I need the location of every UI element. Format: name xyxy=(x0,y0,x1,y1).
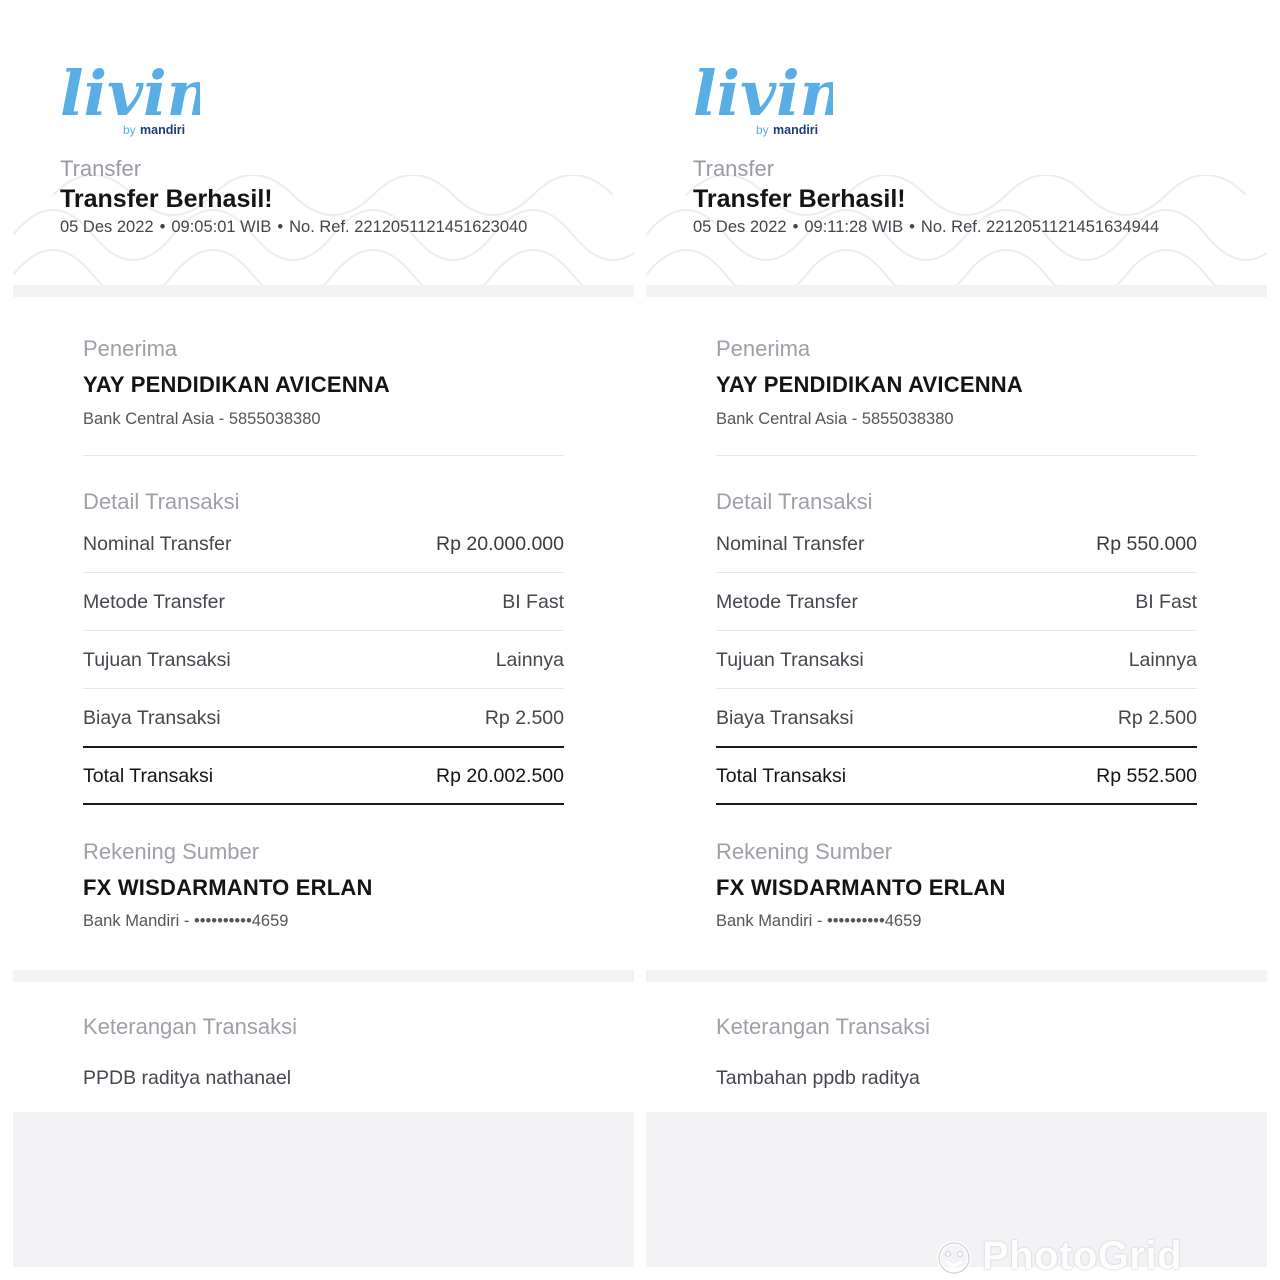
total-label: Total Transaksi xyxy=(716,765,847,787)
footer-area xyxy=(13,1112,634,1267)
meta-separator: • xyxy=(792,218,799,236)
transaction-date: 05 Des 2022 xyxy=(60,218,154,236)
transaction-date: 05 Des 2022 xyxy=(693,218,787,236)
detail-row-method: Metode Transfer BI Fast xyxy=(716,591,1197,621)
svg-text:livin': livin' xyxy=(693,57,833,130)
receipt-header: livin' by mandiri Transfer Transfer Berh… xyxy=(13,0,634,297)
note-text: Tambahan ppdb raditya xyxy=(716,1067,920,1089)
detail-row-fee: Biaya Transaksi Rp 2.500 xyxy=(83,707,564,737)
fee-label: Biaya Transaksi xyxy=(83,707,221,729)
receipt-right: livin' by mandiri Transfer Transfer Berh… xyxy=(646,0,1267,1280)
source-name: FX WISDARMANTO ERLAN xyxy=(83,875,373,900)
detail-row-purpose: Tujuan Transaksi Lainnya xyxy=(83,649,564,679)
detail-row-purpose: Tujuan Transaksi Lainnya xyxy=(716,649,1197,679)
divider xyxy=(716,630,1197,631)
header-bottom-band xyxy=(646,285,1267,297)
section-separator xyxy=(646,970,1267,982)
photogrid-watermark: PhotoGrid xyxy=(936,1234,1182,1280)
photogrid-smile-icon xyxy=(937,1241,971,1275)
source-bank: Bank Mandiri - ••••••••••4659 xyxy=(716,912,922,930)
nominal-label: Nominal Transfer xyxy=(83,533,232,555)
receipt-header: livin' by mandiri Transfer Transfer Berh… xyxy=(646,0,1267,297)
divider-strong xyxy=(83,746,564,748)
detail-row-nominal: Nominal Transfer Rp 20.000.000 xyxy=(83,533,564,563)
source-bank: Bank Mandiri - ••••••••••4659 xyxy=(83,912,289,930)
source-name: FX WISDARMANTO ERLAN xyxy=(716,875,1006,900)
recipient-bank: Bank Central Asia - 5855038380 xyxy=(716,410,954,428)
section-separator xyxy=(13,970,634,982)
divider xyxy=(83,455,564,456)
method-value: BI Fast xyxy=(502,591,564,613)
divider xyxy=(716,572,1197,573)
header-label: Transfer xyxy=(60,156,142,181)
divider xyxy=(83,688,564,689)
reference-number: No. Ref. 2212051121451634944 xyxy=(920,218,1160,236)
svg-text:by: by xyxy=(123,123,136,137)
page-title: Transfer Berhasil! xyxy=(60,185,273,213)
svg-text:by: by xyxy=(756,123,769,137)
transaction-time: 09:11:28 WIB xyxy=(804,218,904,236)
recipient-bank: Bank Central Asia - 5855038380 xyxy=(83,410,321,428)
recipient-label: Penerima xyxy=(716,336,811,361)
transaction-time: 09:05:01 WIB xyxy=(171,218,272,236)
header-label: Transfer xyxy=(693,156,775,181)
divider xyxy=(83,630,564,631)
purpose-value: Lainnya xyxy=(1128,649,1197,671)
transaction-meta: 05 Des 2022 • 09:11:28 WIB • No. Ref. 221205… xyxy=(693,218,1159,237)
header-bottom-band xyxy=(13,285,634,297)
nominal-value: Rp 20.000.000 xyxy=(436,533,564,555)
svg-text:mandiri: mandiri xyxy=(140,123,185,137)
method-label: Metode Transfer xyxy=(83,591,225,613)
method-value: BI Fast xyxy=(1135,591,1197,613)
nominal-value: Rp 550.000 xyxy=(1096,533,1197,555)
divider xyxy=(83,572,564,573)
divider xyxy=(716,688,1197,689)
total-value: Rp 552.500 xyxy=(1096,765,1197,787)
watermark-text: PhotoGrid xyxy=(982,1234,1183,1278)
detail-row-method: Metode Transfer BI Fast xyxy=(83,591,564,621)
source-label: Rekening Sumber xyxy=(716,839,893,864)
purpose-label: Tujuan Transaksi xyxy=(716,649,864,671)
purpose-value: Lainnya xyxy=(495,649,564,671)
fee-value: Rp 2.500 xyxy=(1117,707,1197,729)
livin-logo: livin' by mandiri xyxy=(60,55,231,140)
livin-logo: livin' by mandiri xyxy=(693,55,864,140)
svg-text:mandiri: mandiri xyxy=(773,123,818,137)
method-label: Metode Transfer xyxy=(716,591,858,613)
recipient-name: YAY PENDIDIKAN AVICENNA xyxy=(83,372,390,397)
reference-number: No. Ref. 2212051121451623040 xyxy=(289,218,528,236)
page-title: Transfer Berhasil! xyxy=(693,185,906,213)
svg-text:livin': livin' xyxy=(60,57,200,130)
detail-row-fee: Biaya Transaksi Rp 2.500 xyxy=(716,707,1197,737)
note-label: Keterangan Transaksi xyxy=(716,1014,931,1039)
fee-label: Biaya Transaksi xyxy=(716,707,854,729)
divider-strong xyxy=(83,803,564,805)
note-label: Keterangan Transaksi xyxy=(83,1014,298,1039)
fee-value: Rp 2.500 xyxy=(484,707,564,729)
divider-strong xyxy=(716,746,1197,748)
transaction-meta: 05 Des 2022 • 09:05:01 WIB • No. Ref. 221205… xyxy=(60,218,527,237)
receipt-left: livin' by mandiri Transfer Transfer Berh… xyxy=(13,0,634,1280)
note-text: PPDB raditya nathanael xyxy=(83,1067,292,1089)
detail-row-total: Total Transaksi Rp 20.002.500 xyxy=(83,765,564,795)
meta-separator: • xyxy=(909,218,915,236)
total-label: Total Transaksi xyxy=(83,765,214,787)
purpose-label: Tujuan Transaksi xyxy=(83,649,231,671)
meta-separator: • xyxy=(277,218,284,236)
total-value: Rp 20.002.500 xyxy=(436,765,564,787)
divider xyxy=(716,455,1197,456)
detail-row-nominal: Nominal Transfer Rp 550.000 xyxy=(716,533,1197,563)
divider-strong xyxy=(716,803,1197,805)
detail-label: Detail Transaksi xyxy=(716,489,873,514)
recipient-name: YAY PENDIDIKAN AVICENNA xyxy=(716,372,1023,397)
nominal-label: Nominal Transfer xyxy=(716,533,865,555)
detail-row-total: Total Transaksi Rp 552.500 xyxy=(716,765,1197,795)
meta-separator: • xyxy=(159,218,166,236)
detail-label: Detail Transaksi xyxy=(83,489,240,514)
recipient-label: Penerima xyxy=(83,336,178,361)
source-label: Rekening Sumber xyxy=(83,839,260,864)
